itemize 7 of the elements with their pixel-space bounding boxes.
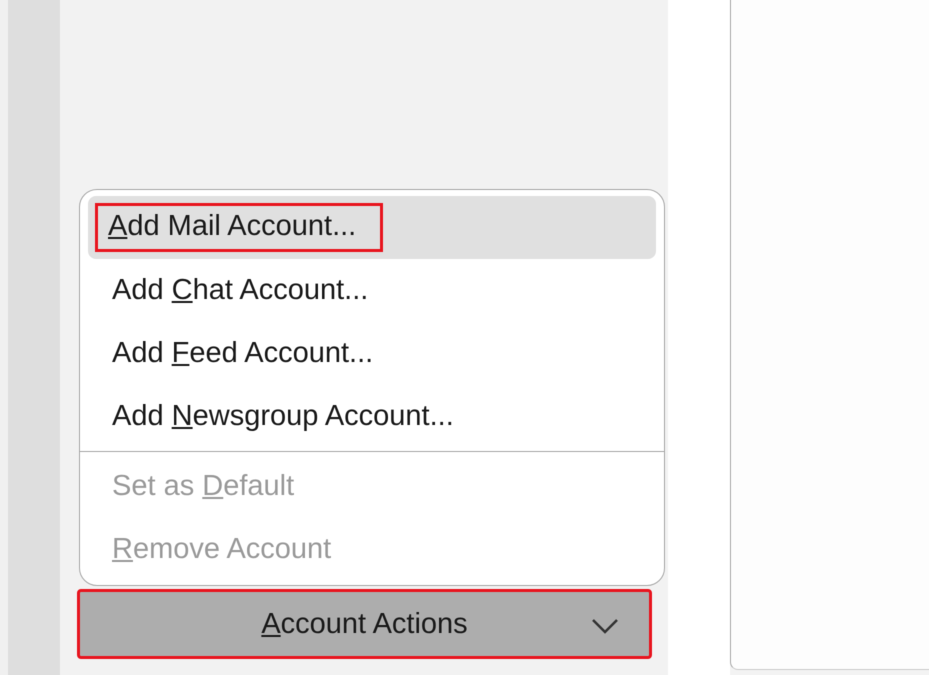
chevron-down-icon	[591, 618, 619, 634]
account-actions-button[interactable]: Account Actions	[77, 589, 652, 659]
highlight-frame: Add Mail Account...	[98, 206, 380, 248]
menu-item[interactable]: Add Newsgroup Account...	[88, 384, 656, 448]
menu-item[interactable]: Add Feed Account...	[88, 322, 656, 384]
menu-item[interactable]: Add Chat Account...	[88, 258, 656, 322]
menu-item[interactable]: Add Mail Account...	[88, 196, 656, 258]
